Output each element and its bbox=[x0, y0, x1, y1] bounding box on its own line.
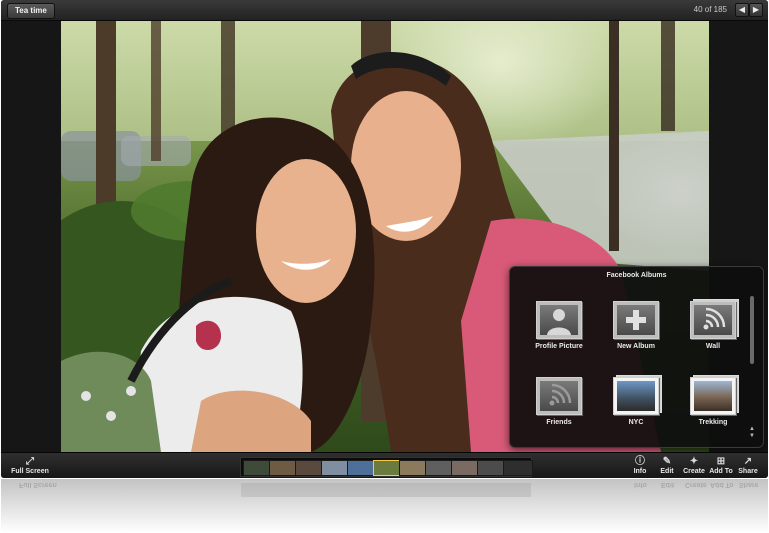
chevron-left-icon: ◀ bbox=[738, 5, 746, 14]
full-screen-button[interactable]: ⤢ Full Screen bbox=[10, 456, 50, 475]
album-label: Wall bbox=[705, 343, 721, 350]
chevron-right-icon: ▶ bbox=[752, 5, 760, 14]
info-label: Info bbox=[633, 468, 647, 475]
create-button[interactable]: ✦ Create bbox=[681, 456, 707, 475]
share-button[interactable]: ↗ Share bbox=[735, 456, 761, 475]
album-label: Trekking bbox=[698, 419, 728, 426]
rss-icon bbox=[690, 301, 736, 339]
filmstrip[interactable] bbox=[240, 457, 533, 477]
popup-scrollbar[interactable]: ▲ ▼ bbox=[749, 290, 755, 440]
popup-title: Facebook Albums bbox=[606, 272, 667, 279]
album-label: New Album bbox=[617, 343, 655, 350]
rss-icon bbox=[536, 377, 582, 415]
album-title-button[interactable]: Tea time bbox=[7, 3, 55, 19]
scroll-thumb[interactable] bbox=[750, 296, 754, 364]
plus-icon bbox=[613, 301, 659, 339]
reflection-edit-label: Edit bbox=[661, 481, 675, 488]
reflection-full-screen-label: Full Screen bbox=[19, 481, 57, 488]
info-button[interactable]: ⓘ Info bbox=[628, 456, 652, 475]
album-nyc[interactable]: NYC bbox=[600, 375, 672, 426]
pencil-icon: ✎ bbox=[662, 456, 672, 467]
full-screen-icon: ⤢ bbox=[26, 456, 34, 467]
scroll-up-icon[interactable]: ▲ bbox=[749, 426, 755, 432]
album-friends[interactable]: Friends bbox=[523, 377, 595, 426]
photo-viewer-window: Tea time 40 of 185 ◀ ▶ Facebook Albums P… bbox=[1, 0, 768, 478]
edit-button[interactable]: ✎ Edit bbox=[655, 456, 679, 475]
facebook-albums-popup: Facebook Albums Profile Picture New Albu… bbox=[509, 266, 764, 448]
title-bar: Tea time 40 of 185 ◀ ▶ bbox=[1, 0, 768, 21]
album-label: NYC bbox=[628, 419, 644, 426]
filmstrip-thumb[interactable] bbox=[503, 460, 533, 476]
photo-stack-icon bbox=[613, 377, 659, 415]
filmstrip-reflection bbox=[241, 483, 531, 497]
album-new-album[interactable]: New Album bbox=[600, 301, 672, 350]
bottom-toolbar: ⤢ Full Screen ⓘ Info ✎ Edit ✦ Create ⊞ A… bbox=[1, 452, 768, 478]
next-button[interactable]: ▶ bbox=[749, 3, 763, 17]
reflection-create-label: Create bbox=[685, 481, 707, 488]
add-icon: ⊞ bbox=[716, 456, 726, 467]
photo-counter: 40 of 185 bbox=[693, 5, 727, 14]
full-screen-label: Full Screen bbox=[11, 468, 49, 475]
add-to-label: Add To bbox=[709, 468, 733, 475]
create-icon: ✦ bbox=[689, 456, 699, 467]
info-icon: ⓘ bbox=[635, 456, 645, 467]
album-label: Profile Picture bbox=[535, 343, 583, 350]
album-label: Friends bbox=[546, 419, 572, 426]
reflection-info-label: Info bbox=[634, 481, 647, 488]
create-label: Create bbox=[683, 468, 705, 475]
album-trekking[interactable]: Trekking bbox=[677, 375, 749, 426]
photo-stack-icon bbox=[690, 377, 736, 415]
edit-label: Edit bbox=[660, 468, 674, 475]
reflection-share-label: Share bbox=[739, 481, 759, 488]
toolbar-reflection: Full Screen Info Edit Create Add To Shar… bbox=[1, 479, 768, 533]
scroll-down-icon[interactable]: ▼ bbox=[749, 433, 755, 439]
person-silhouette-icon bbox=[536, 301, 582, 339]
add-to-button[interactable]: ⊞ Add To bbox=[707, 456, 735, 475]
share-icon: ↗ bbox=[743, 456, 753, 467]
previous-button[interactable]: ◀ bbox=[735, 3, 749, 17]
album-wall[interactable]: Wall bbox=[677, 299, 749, 350]
reflection-add-to-label: Add To bbox=[710, 481, 734, 488]
album-profile-picture[interactable]: Profile Picture bbox=[523, 301, 595, 350]
share-label: Share bbox=[738, 468, 758, 475]
